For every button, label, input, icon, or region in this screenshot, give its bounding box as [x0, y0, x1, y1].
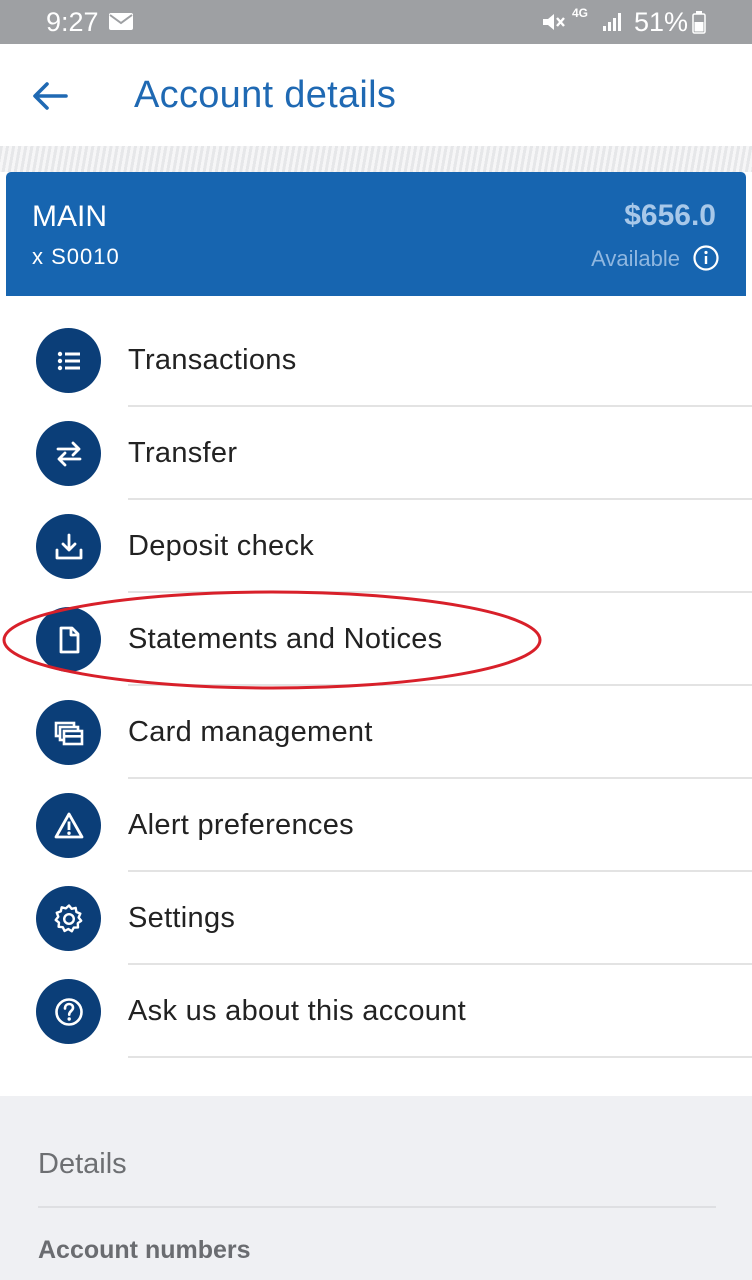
details-section: Details Account numbers [0, 1096, 752, 1280]
download-tray-icon [36, 514, 101, 579]
menu-item-label: Card management [128, 716, 373, 748]
mail-icon [109, 13, 133, 30]
question-icon [36, 979, 101, 1044]
back-arrow-icon [33, 82, 68, 110]
divider [38, 1206, 716, 1208]
account-numbers-link[interactable]: Account numbers [38, 1236, 251, 1265]
status-time: 9:27 [46, 7, 99, 37]
info-icon[interactable] [692, 244, 720, 272]
menu-item-label: Settings [128, 902, 236, 934]
transfer-arrows-icon [36, 421, 101, 486]
gear-icon [36, 886, 101, 951]
menu-item-card-management[interactable]: Card management [0, 686, 752, 779]
network-indicator: 4G [572, 6, 589, 20]
menu-item-settings[interactable]: Settings [0, 872, 752, 965]
details-header: Details [38, 1148, 127, 1180]
menu-item-label: Alert preferences [128, 809, 354, 841]
menu-item-label: Transfer [128, 437, 238, 469]
battery-icon [692, 11, 706, 34]
menu-item-label: Transactions [128, 344, 297, 376]
mute-icon [543, 14, 565, 30]
status-bar: 9:27 4G 51% [0, 0, 752, 44]
cards-icon [36, 700, 101, 765]
balance-label: Available [591, 246, 680, 271]
menu-item-label: Statements and Notices [128, 623, 443, 655]
menu-item-ask-us[interactable]: Ask us about this account [0, 965, 752, 1058]
account-card[interactable]: MAIN x S0010 $656.0 Available [6, 172, 746, 296]
menu-item-statements-and-notices[interactable]: Statements and Notices [0, 593, 752, 686]
menu-item-alert-preferences[interactable]: Alert preferences [0, 779, 752, 872]
back-button[interactable] [30, 76, 70, 116]
list-icon [36, 328, 101, 393]
divider [128, 1056, 752, 1058]
menu-item-label: Ask us about this account [128, 995, 466, 1027]
document-icon [36, 607, 101, 672]
account-number: x S0010 [32, 244, 120, 269]
header-separator [0, 146, 752, 172]
menu-item-transactions[interactable]: Transactions [0, 314, 752, 407]
menu-item-label: Deposit check [128, 530, 315, 562]
menu-item-transfer[interactable]: Transfer [0, 407, 752, 500]
app-bar: Account details [0, 44, 752, 146]
account-name: MAIN [32, 200, 107, 233]
menu-item-deposit-check[interactable]: Deposit check [0, 500, 752, 593]
battery-percent: 51% [634, 7, 689, 37]
warning-icon [36, 793, 101, 858]
account-balance: $656.0 [624, 199, 716, 232]
signal-icon [603, 13, 621, 31]
page-title: Account details [134, 74, 397, 116]
